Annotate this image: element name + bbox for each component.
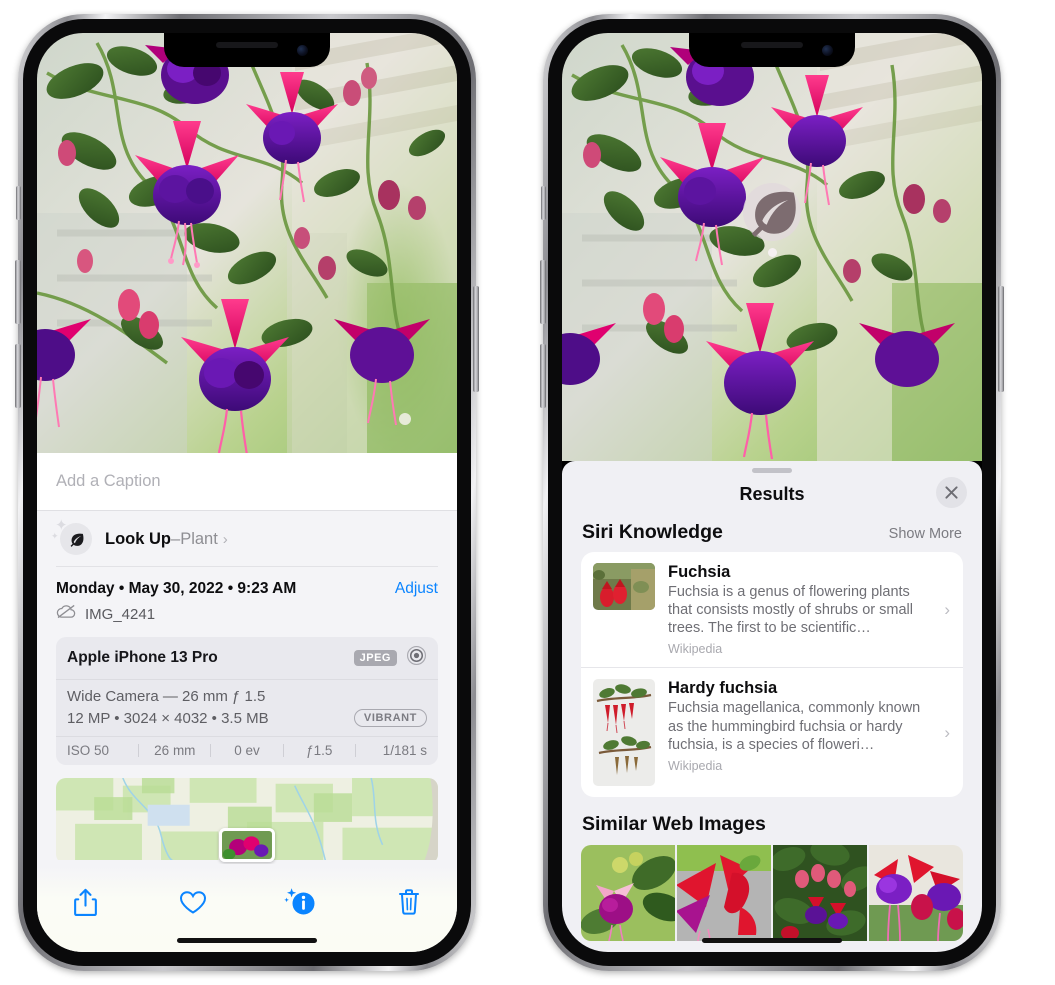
show-more-button[interactable]: Show More xyxy=(889,526,962,542)
photo-date: Monday • May 30, 2022 • 9:23 AM xyxy=(56,580,297,597)
exif-focal: 26 mm xyxy=(154,743,196,758)
siri-knowledge-title: Siri Knowledge xyxy=(582,521,723,543)
volume-up-button[interactable] xyxy=(15,260,21,324)
leaf-icon-circle xyxy=(60,523,92,555)
camera-info-card[interactable]: Apple iPhone 13 Pro JPEG Wide Camera — 2… xyxy=(56,637,438,765)
similar-web-images-row[interactable] xyxy=(581,845,963,942)
caption-input[interactable]: Add a Caption xyxy=(56,472,161,491)
knowledge-result-source: Wikipedia xyxy=(668,642,723,657)
knowledge-result-row[interactable]: Fuchsia Fuchsia is a genus of flowering … xyxy=(581,552,963,667)
leaf-icon: ✦ ✦ xyxy=(51,518,92,557)
screenshot-stage: Add a Caption ✦ ✦ Look Up – Plant › Mond… xyxy=(0,0,1055,985)
fuchsia-purple-red-cluster[interactable] xyxy=(869,845,963,942)
knowledge-result-row[interactable]: Hardy fuchsia Fuchsia magellanica, commo… xyxy=(581,667,963,797)
exif-iso: ISO 50 xyxy=(67,743,110,758)
delete-button[interactable] xyxy=(387,880,431,924)
look-up-label: Look Up xyxy=(105,529,171,548)
photo-image-fuchsia[interactable] xyxy=(562,33,982,461)
look-up-dash: – xyxy=(171,529,181,548)
volume-down-button[interactable] xyxy=(540,344,546,408)
favorite-button[interactable] xyxy=(171,880,215,924)
knowledge-result-title: Fuchsia xyxy=(668,563,731,581)
photo-metadata-block: Monday • May 30, 2022 • 9:23 AM Adjust I… xyxy=(37,567,457,624)
look-up-subject: Plant xyxy=(180,529,218,548)
hardy-fuchsia-branch-thumbnail xyxy=(593,679,655,787)
results-sheet: Results Siri Knowledge Show More Fuchsia… xyxy=(562,461,982,952)
photo-info-sheet: Add a Caption ✦ ✦ Look Up – Plant › Mond… xyxy=(37,453,457,952)
knowledge-result-title: Hardy fuchsia xyxy=(668,679,778,698)
mute-switch[interactable] xyxy=(541,186,546,220)
front-camera-icon xyxy=(297,45,308,56)
photo-image-fuchsia[interactable] xyxy=(37,33,457,453)
volume-up-button[interactable] xyxy=(540,260,546,324)
earpiece-speaker xyxy=(741,42,803,48)
style-badge: VIBRANT xyxy=(353,709,427,727)
fuchsia-red-flowers-thumbnail xyxy=(593,563,655,610)
photo-pin-thumbnail xyxy=(219,828,275,862)
volume-down-button[interactable] xyxy=(15,344,21,408)
similar-web-images-title: Similar Web Images xyxy=(582,813,766,836)
aperture-icon xyxy=(406,645,427,671)
chevron-right-icon: › xyxy=(944,599,950,619)
leaf-icon xyxy=(751,191,796,238)
file-name: IMG_4241 xyxy=(85,605,156,623)
knowledge-result-text: Fuchsia Fuchsia is a genus of flowering … xyxy=(668,563,952,656)
close-button[interactable] xyxy=(936,477,967,508)
adjust-button[interactable]: Adjust xyxy=(395,580,438,598)
fuchsia-shrub-buds[interactable] xyxy=(773,845,867,942)
share-button[interactable] xyxy=(63,880,107,924)
lens-description: Wide Camera — 26 mm ƒ 1.5 xyxy=(67,688,266,705)
home-indicator[interactable] xyxy=(177,938,317,943)
info-button[interactable] xyxy=(279,880,323,924)
front-camera-icon xyxy=(822,45,833,56)
exif-ev: 0 ev xyxy=(234,743,260,758)
close-icon xyxy=(945,486,958,499)
look-up-row[interactable]: ✦ ✦ Look Up – Plant › xyxy=(37,511,457,567)
earpiece-speaker xyxy=(216,42,278,48)
image-stats: 12 MP • 3024 × 4032 • 3.5 MB xyxy=(67,709,269,727)
siri-knowledge-header: Siri Knowledge Show More xyxy=(562,515,982,552)
fuchsia-pink-white-bloom[interactable] xyxy=(581,845,675,942)
iphone-right-device: Results Siri Knowledge Show More Fuchsia… xyxy=(540,14,1004,971)
caption-field-row[interactable]: Add a Caption xyxy=(37,453,457,511)
results-title: Results xyxy=(739,483,805,504)
notch xyxy=(164,33,330,67)
camera-model: Apple iPhone 13 Pro xyxy=(67,649,218,666)
knowledge-result-text: Hardy fuchsia Fuchsia magellanica, commo… xyxy=(668,679,952,772)
similar-web-images-header: Similar Web Images xyxy=(562,797,982,845)
exif-aperture: ƒ1.5 xyxy=(306,743,333,758)
knowledge-result-source: Wikipedia xyxy=(668,758,723,773)
results-header: Results xyxy=(562,473,982,515)
device-screen: Add a Caption ✦ ✦ Look Up – Plant › Mond… xyxy=(37,33,457,952)
fuchsia-red-closeup[interactable] xyxy=(677,845,771,942)
knowledge-result-description: Fuchsia magellanica, commonly known as t… xyxy=(668,700,921,753)
sparkle-small-icon: ✦ xyxy=(51,531,59,541)
knowledge-result-description: Fuchsia is a genus of flowering plants t… xyxy=(668,584,913,637)
leaf-lookup-badge[interactable] xyxy=(743,183,801,257)
icloud-slash-icon xyxy=(56,604,77,624)
chevron-right-icon: › xyxy=(944,722,950,742)
power-button[interactable] xyxy=(473,286,479,392)
notch xyxy=(689,33,855,67)
siri-knowledge-card-list: Fuchsia Fuchsia is a genus of flowering … xyxy=(581,552,963,798)
chevron-right-icon: › xyxy=(222,530,228,548)
exif-shutter: 1/181 s xyxy=(382,743,428,758)
lookup-anchor-dot xyxy=(767,248,777,257)
exif-row: ISO 50 26 mm 0 ev ƒ1.5 1/181 s xyxy=(56,737,438,765)
mute-switch[interactable] xyxy=(16,186,21,220)
power-button[interactable] xyxy=(998,286,1004,392)
format-badge: JPEG xyxy=(353,650,397,666)
location-map-preview[interactable] xyxy=(56,778,438,864)
iphone-left-device: Add a Caption ✦ ✦ Look Up – Plant › Mond… xyxy=(15,14,479,971)
home-indicator[interactable] xyxy=(702,938,842,943)
divider xyxy=(56,566,438,567)
device-screen: Results Siri Knowledge Show More Fuchsia… xyxy=(562,33,982,952)
